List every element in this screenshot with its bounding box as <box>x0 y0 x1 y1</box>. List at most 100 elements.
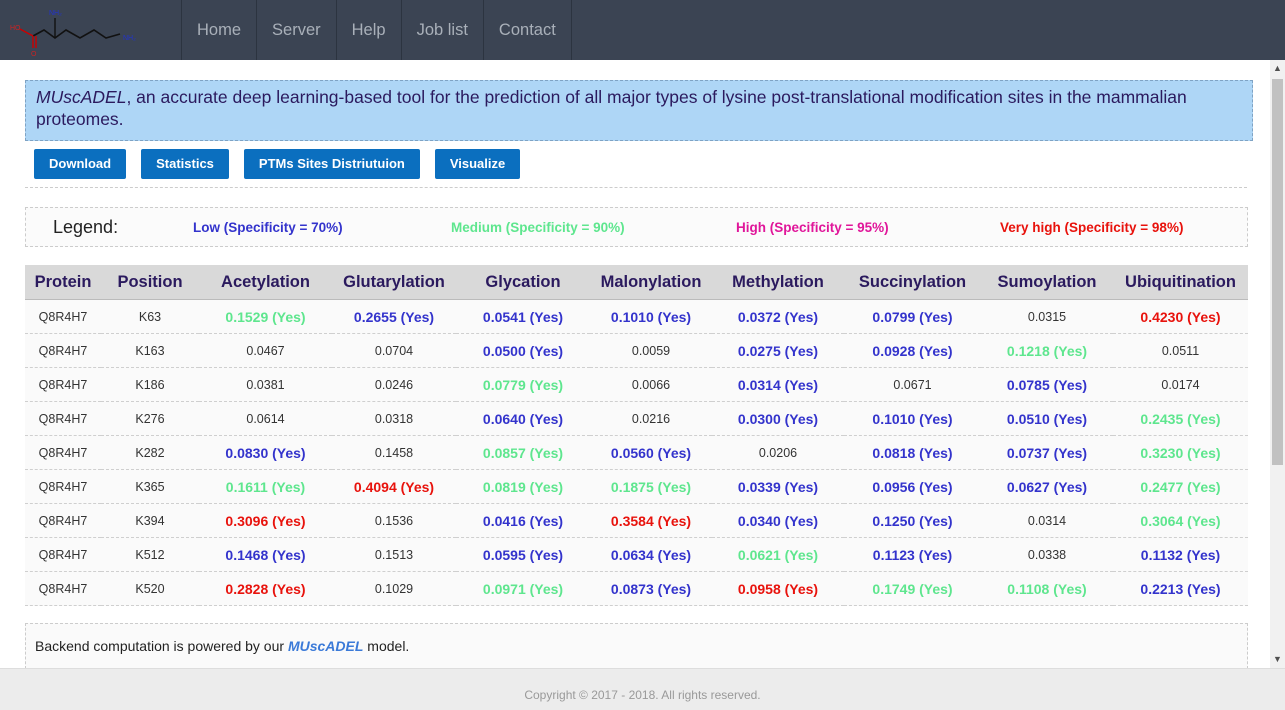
score-cell: 0.3584 (Yes) <box>590 503 712 538</box>
score-cell: 0.0511 <box>1113 333 1248 368</box>
score-cell: 0.0372 (Yes) <box>712 299 844 334</box>
protein-cell: Q8R4H7 <box>25 537 101 572</box>
score-cell: 0.0059 <box>590 333 712 368</box>
column-header: Glycation <box>456 265 590 300</box>
position-cell: K276 <box>101 401 199 436</box>
model-name: MUscADEL <box>287 638 364 654</box>
score-cell: 0.0340 (Yes) <box>712 503 844 538</box>
score-cell: 0.1529 (Yes) <box>199 299 332 334</box>
score-cell: 0.0857 (Yes) <box>456 435 590 470</box>
score-cell: 0.1108 (Yes) <box>981 571 1113 606</box>
score-cell: 0.0737 (Yes) <box>981 435 1113 470</box>
scroll-thumb[interactable] <box>1272 79 1283 465</box>
column-header: Protein <box>25 265 101 300</box>
nav-help[interactable]: Help <box>337 0 402 60</box>
column-header: Malonylation <box>590 265 712 300</box>
score-cell: 0.1010 (Yes) <box>590 299 712 334</box>
position-cell: K282 <box>101 435 199 470</box>
lysine-structure-logo[interactable]: NH₂ HO O NH₂ <box>0 0 180 60</box>
score-cell: 0.0928 (Yes) <box>844 333 981 368</box>
scroll-down-arrow-icon[interactable]: ▼ <box>1270 651 1285 668</box>
download-button[interactable]: Download <box>34 149 127 179</box>
score-cell: 0.1611 (Yes) <box>199 469 332 504</box>
score-cell: 0.1749 (Yes) <box>844 571 981 606</box>
legend-low: Low (Specificity = 70%) <box>193 220 343 235</box>
main-content: MUscADEL, an accurate deep learning-base… <box>0 60 1270 668</box>
score-cell: 0.0300 (Yes) <box>712 401 844 436</box>
column-header: Ubiquitination <box>1113 265 1248 300</box>
score-cell: 0.0314 <box>981 503 1113 538</box>
position-cell: K186 <box>101 367 199 402</box>
score-cell: 0.1513 <box>332 537 456 572</box>
ptm-distribution-button[interactable]: PTMs Sites Distriutuion <box>243 149 420 179</box>
score-cell: 0.0246 <box>332 367 456 402</box>
score-cell: 0.0206 <box>712 435 844 470</box>
score-cell: 0.0799 (Yes) <box>844 299 981 334</box>
protein-cell: Q8R4H7 <box>25 503 101 538</box>
score-cell: 0.0275 (Yes) <box>712 333 844 368</box>
score-cell: 0.0958 (Yes) <box>712 571 844 606</box>
score-cell: 0.1218 (Yes) <box>981 333 1113 368</box>
protein-cell: Q8R4H7 <box>25 571 101 606</box>
score-cell: 0.2213 (Yes) <box>1113 571 1248 606</box>
vertical-scrollbar[interactable]: ▲ ▼ <box>1270 60 1285 668</box>
tool-name: MUscADEL <box>36 87 127 107</box>
score-cell: 0.1458 <box>332 435 456 470</box>
logo-label: NH₂ <box>49 10 62 17</box>
score-cell: 0.1010 (Yes) <box>844 401 981 436</box>
logo-label: NH₂ <box>123 35 136 42</box>
table-row: Q8R4H7 K512 0.1468 (Yes) 0.1513 0.0595 (Yes)… <box>25 537 1248 572</box>
results-table: Protein Position Acetylation Glutarylation G… <box>25 265 1248 606</box>
column-header: Glutarylation <box>332 265 456 300</box>
score-cell: 0.1536 <box>332 503 456 538</box>
table-row: Q8R4H7 K365 0.1611 (Yes) 0.4094 (Yes) 0.0819… <box>25 469 1248 504</box>
score-cell: 0.0779 (Yes) <box>456 367 590 402</box>
copyright-text: Copyright © 2017 - 2018. All rights rese… <box>524 688 761 702</box>
visualize-button[interactable]: Visualize <box>434 149 521 179</box>
score-cell: 0.0671 <box>844 367 981 402</box>
backend-note: Backend computation is powered by our MU… <box>25 623 1248 668</box>
score-cell: 0.0785 (Yes) <box>981 367 1113 402</box>
score-cell: 0.0314 (Yes) <box>712 367 844 402</box>
table-row: Q8R4H7 K282 0.0830 (Yes) 0.1458 0.0857 (Yes)… <box>25 435 1248 470</box>
score-cell: 0.0956 (Yes) <box>844 469 981 504</box>
nav-server[interactable]: Server <box>257 0 337 60</box>
score-cell: 0.1468 (Yes) <box>199 537 332 572</box>
protein-cell: Q8R4H7 <box>25 435 101 470</box>
score-cell: 0.0819 (Yes) <box>456 469 590 504</box>
backend-note-text: Backend computation is powered by our MU… <box>35 638 409 654</box>
score-cell: 0.4230 (Yes) <box>1113 299 1248 334</box>
position-cell: K365 <box>101 469 199 504</box>
column-header: Sumoylation <box>981 265 1113 300</box>
protein-cell: Q8R4H7 <box>25 333 101 368</box>
divider <box>25 187 1247 188</box>
score-cell: 0.0830 (Yes) <box>199 435 332 470</box>
score-cell: 0.0339 (Yes) <box>712 469 844 504</box>
page-footer: Copyright © 2017 - 2018. All rights rese… <box>0 668 1285 710</box>
score-cell: 0.0510 (Yes) <box>981 401 1113 436</box>
column-header: Succinylation <box>844 265 981 300</box>
position-cell: K63 <box>101 299 199 334</box>
nav-contact[interactable]: Contact <box>484 0 572 60</box>
nav-home[interactable]: Home <box>182 0 258 60</box>
score-cell: 0.2477 (Yes) <box>1113 469 1248 504</box>
score-cell: 0.1029 <box>332 571 456 606</box>
position-cell: K512 <box>101 537 199 572</box>
logo-label: O <box>31 51 37 58</box>
nav-menu: Home Server Help Job list Contact <box>181 0 572 60</box>
score-cell: 0.0634 (Yes) <box>590 537 712 572</box>
table-row: Q8R4H7 K163 0.0467 0.0704 0.0500 (Yes) 0.0059… <box>25 333 1248 368</box>
score-cell: 0.0627 (Yes) <box>981 469 1113 504</box>
statistics-button[interactable]: Statistics <box>141 149 229 179</box>
score-cell: 0.0066 <box>590 367 712 402</box>
score-cell: 0.0704 <box>332 333 456 368</box>
score-cell: 0.0467 <box>199 333 332 368</box>
legend-medium: Medium (Specificity = 90%) <box>451 220 625 235</box>
intro-banner: MUscADEL, an accurate deep learning-base… <box>25 80 1253 141</box>
score-cell: 0.1132 (Yes) <box>1113 537 1248 572</box>
score-cell: 0.0614 <box>199 401 332 436</box>
nav-job-list[interactable]: Job list <box>402 0 484 60</box>
table-header-row: Protein Position Acetylation Glutarylation G… <box>25 265 1248 300</box>
scroll-up-arrow-icon[interactable]: ▲ <box>1270 60 1285 77</box>
backend-note-prefix: Backend computation is powered by our <box>35 638 288 654</box>
